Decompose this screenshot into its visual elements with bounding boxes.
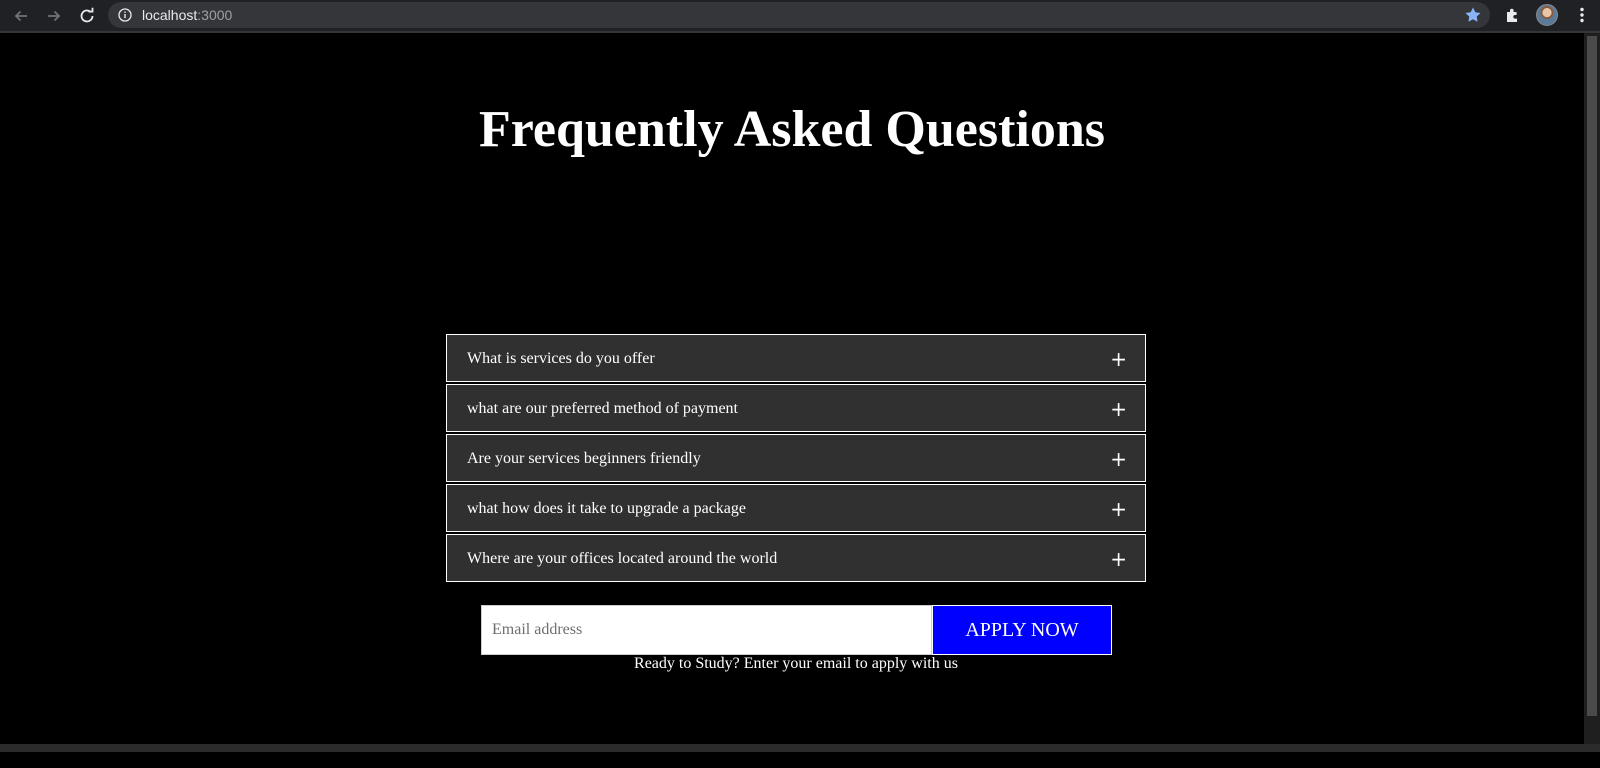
email-input[interactable] bbox=[481, 605, 932, 655]
plus-icon[interactable]: + bbox=[1110, 335, 1127, 383]
faq-item[interactable]: Where are your offices located around th… bbox=[446, 534, 1146, 582]
reload-icon bbox=[80, 7, 94, 23]
faq-item[interactable]: Are your services beginners friendly + bbox=[446, 434, 1146, 482]
address-bar[interactable]: localhost:3000 bbox=[108, 2, 1490, 28]
signup-form: APPLY NOW bbox=[481, 605, 1112, 655]
faq-question: Where are your offices located around th… bbox=[467, 550, 778, 567]
signup-note: Ready to Study? Enter your email to appl… bbox=[634, 655, 958, 672]
bottom-band bbox=[0, 752, 1600, 768]
faq-question: what how does it take to upgrade a packa… bbox=[467, 500, 747, 517]
faq-item[interactable]: What is services do you offer + bbox=[446, 334, 1146, 382]
reload-button[interactable] bbox=[75, 4, 99, 28]
plus-icon[interactable]: + bbox=[1110, 435, 1127, 483]
puzzle-icon[interactable] bbox=[1503, 5, 1523, 25]
faq-question: Are your services beginners friendly bbox=[467, 450, 701, 467]
forward-button[interactable] bbox=[42, 4, 66, 28]
horizontal-scrollbar[interactable] bbox=[0, 744, 1600, 752]
url-host: localhost bbox=[142, 7, 198, 23]
vertical-scrollbar[interactable] bbox=[1584, 33, 1600, 744]
browser-toolbar: localhost:3000 bbox=[0, 0, 1600, 33]
faq-item[interactable]: what how does it take to upgrade a packa… bbox=[446, 484, 1146, 532]
plus-icon[interactable]: + bbox=[1110, 535, 1127, 583]
url-text[interactable]: localhost:3000 bbox=[142, 6, 232, 24]
faq-list: What is services do you offer + what are… bbox=[446, 334, 1146, 584]
back-arrow-icon bbox=[14, 10, 27, 22]
info-icon[interactable] bbox=[118, 8, 132, 22]
kebab-menu-icon[interactable] bbox=[1572, 5, 1592, 25]
apply-now-button[interactable]: APPLY NOW bbox=[932, 605, 1112, 655]
faq-question: what are our preferred method of payment bbox=[467, 400, 738, 417]
faq-question: What is services do you offer bbox=[467, 350, 655, 367]
faq-item[interactable]: what are our preferred method of payment… bbox=[446, 384, 1146, 432]
forward-arrow-icon bbox=[48, 10, 61, 22]
plus-icon[interactable]: + bbox=[1110, 385, 1127, 433]
star-icon[interactable] bbox=[1464, 6, 1482, 24]
back-button[interactable] bbox=[9, 4, 33, 28]
url-port: :3000 bbox=[197, 7, 233, 23]
page-title: Frequently Asked Questions bbox=[478, 101, 1106, 158]
avatar[interactable] bbox=[1536, 4, 1558, 26]
plus-icon[interactable]: + bbox=[1110, 485, 1127, 533]
scrollbar-thumb[interactable] bbox=[1587, 36, 1597, 716]
